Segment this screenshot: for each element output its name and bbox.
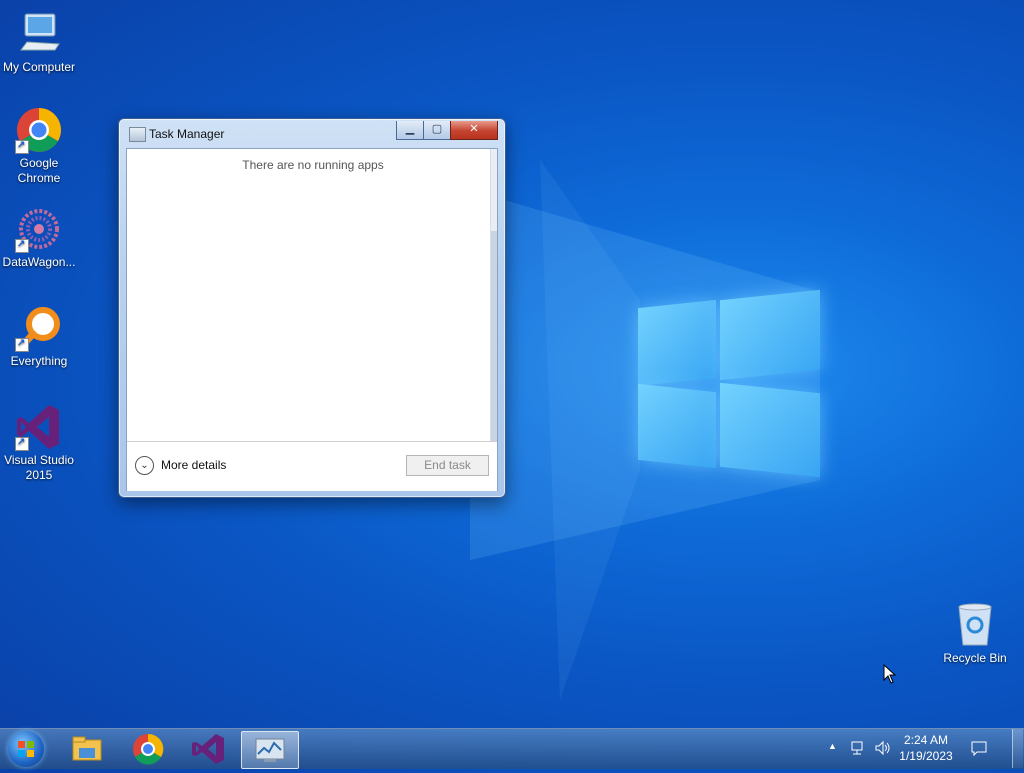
- more-details-button[interactable]: More details: [161, 458, 226, 472]
- show-hidden-icons-chevron: ▲: [828, 741, 837, 751]
- taskbar-visual-studio[interactable]: [180, 731, 236, 767]
- desktop-icon-datawagon[interactable]: DataWagon...: [0, 205, 78, 270]
- recycle-bin-icon: [951, 601, 999, 649]
- desktop-icon-label: Recycle Bin: [943, 651, 1007, 665]
- chrome-icon: [133, 733, 164, 765]
- scrollbar-thumb[interactable]: [491, 231, 497, 441]
- windows-logo-wallpaper: [636, 289, 822, 480]
- windows-start-icon: [18, 741, 34, 757]
- desktop-icon-recycle-bin[interactable]: Recycle Bin: [936, 601, 1014, 666]
- clock-time: 2:24 AM: [903, 733, 949, 747]
- desktop-icon-label: My Computer: [2, 60, 76, 74]
- window-title: Task Manager: [149, 127, 225, 141]
- action-center-icon: [971, 741, 987, 757]
- everything-search-icon: [15, 304, 63, 352]
- desktop-icon-label: DataWagon...: [2, 255, 76, 269]
- taskbar-file-explorer[interactable]: [59, 731, 115, 767]
- file-explorer-icon: [72, 736, 102, 761]
- desktop-icon-label: Google Chrome: [17, 156, 61, 185]
- task-manager-icon: [255, 738, 285, 762]
- taskbar-task-manager[interactable]: [241, 731, 299, 769]
- task-manager-content: There are no running apps ⌄ More details…: [126, 148, 498, 491]
- clock-date: 1/19/2023: [899, 749, 953, 763]
- chrome-icon: [15, 106, 63, 154]
- maximize-icon: ▢: [431, 123, 443, 135]
- shortcut-arrow-icon: [15, 237, 29, 253]
- end-task-button[interactable]: End task: [406, 455, 489, 476]
- computer-icon: [15, 10, 63, 58]
- network-icon: [851, 741, 863, 755]
- show-desktop-button[interactable]: [1012, 729, 1023, 768]
- chevron-down-icon[interactable]: ⌄: [135, 456, 154, 475]
- maximize-button[interactable]: ▢: [423, 121, 451, 140]
- start-button[interactable]: [8, 731, 44, 767]
- desktop-icon-my-computer[interactable]: My Computer: [0, 10, 78, 75]
- desktop-icon-label: Visual Studio 2015: [4, 453, 74, 482]
- shortcut-arrow-icon: [15, 138, 29, 154]
- shortcut-arrow-icon: [15, 435, 29, 451]
- shortcut-arrow-icon: [15, 336, 29, 352]
- visual-studio-icon: [15, 403, 63, 451]
- visual-studio-icon: [192, 734, 224, 764]
- close-button[interactable]: ✕: [450, 121, 498, 140]
- desktop-icon-label: Everything: [10, 354, 68, 368]
- taskbar-chrome[interactable]: [120, 731, 176, 767]
- desktop-icon-google-chrome[interactable]: Google Chrome: [0, 106, 78, 186]
- minimize-icon: ▁: [405, 123, 415, 135]
- scrollbar[interactable]: [490, 149, 497, 441]
- volume-icon: [875, 740, 890, 756]
- taskbar: ▲ 2:24 AM 1/19/2023: [0, 728, 1024, 769]
- empty-apps-message: There are no running apps: [242, 158, 384, 172]
- mouse-cursor-icon: [883, 664, 897, 684]
- minimize-button[interactable]: ▁: [396, 121, 424, 140]
- task-manager-icon: [129, 127, 146, 142]
- task-manager-window[interactable]: Task Manager ▁ ▢ ✕ There are no running …: [118, 118, 506, 498]
- desktop-icon-visual-studio[interactable]: Visual Studio 2015: [0, 403, 78, 483]
- task-manager-footer: ⌄ More details End task: [127, 441, 497, 491]
- close-icon: ✕: [469, 123, 479, 135]
- datawagon-icon: [15, 205, 63, 253]
- desktop-icon-everything[interactable]: Everything: [0, 304, 78, 369]
- taskbar-clock[interactable]: 2:24 AM 1/19/2023: [894, 732, 958, 764]
